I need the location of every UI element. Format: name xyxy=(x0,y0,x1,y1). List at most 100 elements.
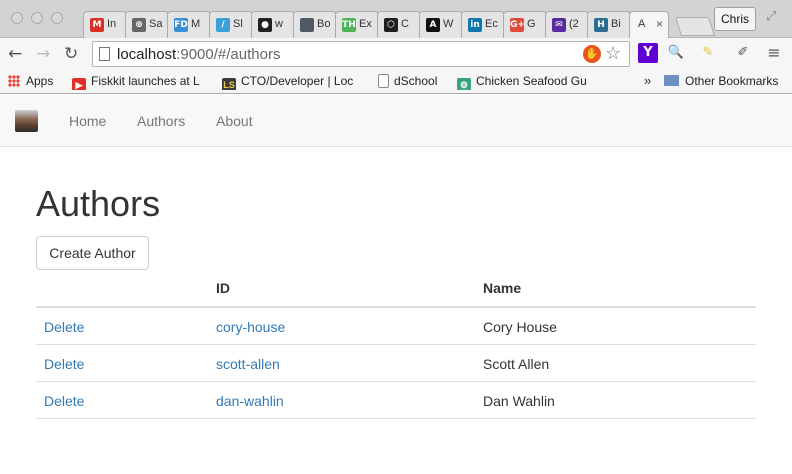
bookmark-dschool[interactable]: dSchool xyxy=(378,74,448,90)
github-icon: ● xyxy=(258,18,272,32)
x-circle-icon: ⊗ xyxy=(132,18,146,32)
browser-tab-strip: M In ⊗ Sa FD M / Sl ● w Bo TH Ex ⬡ C A Win Ec G+ G ✉ (2 H Bi A × … xyxy=(0,0,792,39)
avatar[interactable] xyxy=(15,110,38,132)
column-header-id: ID xyxy=(216,280,230,296)
page-icon xyxy=(99,47,110,61)
tab-title: W xyxy=(443,18,454,30)
tab-title: Sa xyxy=(149,18,163,30)
bookmark-label: Fiskkit launches at L xyxy=(91,74,200,88)
address-bar[interactable]: localhost:9000/#/authors ✋ ☆ xyxy=(92,41,630,67)
other-bookmarks[interactable]: Other Bookmarks xyxy=(664,74,788,90)
close-tab-icon[interactable]: × xyxy=(656,17,663,31)
browser-tab[interactable]: AW xyxy=(419,11,463,38)
nav-about[interactable]: About xyxy=(216,113,253,129)
eyedropper-extension-icon[interactable]: ✐ xyxy=(733,43,753,63)
nav-home[interactable]: Home xyxy=(69,113,106,129)
profile-button[interactable]: Chris xyxy=(714,7,756,31)
tab-active[interactable]: A × xyxy=(629,11,669,39)
browser-tab[interactable]: ⬡ C xyxy=(377,11,421,38)
bookmark-cto-developer[interactable]: LS CTO/Developer | Loc xyxy=(222,74,362,90)
hexagon-icon: ⬡ xyxy=(384,18,398,32)
authors-table: ID Name Delete cory-house Cory House Del… xyxy=(36,270,756,419)
other-bookmarks-label: Other Bookmarks xyxy=(685,74,779,88)
apps-grid-icon xyxy=(8,75,20,87)
browser-tab[interactable]: ● w xyxy=(251,11,295,38)
search-extension-icon[interactable]: 🔍 xyxy=(666,43,686,63)
gear-icon: ⚙ xyxy=(457,78,471,90)
tab-title: Bo xyxy=(317,18,331,30)
h-icon: H xyxy=(594,18,608,32)
bookmark-label: dSchool xyxy=(394,74,438,88)
ls-icon: LS xyxy=(222,78,236,90)
mail-icon: ✉ xyxy=(552,18,566,32)
fd-icon: FD xyxy=(174,18,188,32)
browser-tab[interactable]: G+ G xyxy=(503,11,547,38)
browser-tab[interactable]: in Ec xyxy=(461,11,505,38)
bookmark-apps[interactable]: Apps xyxy=(8,74,64,90)
tab-title: Ex xyxy=(359,18,372,30)
fullscreen-icon[interactable]: ⤢ xyxy=(766,8,776,24)
author-name: Cory House xyxy=(483,319,557,335)
highlighter-extension-icon[interactable]: ✎ xyxy=(698,43,718,63)
browser-tab[interactable]: H Bi xyxy=(587,11,631,38)
browser-tab[interactable]: ⊗ Sa xyxy=(125,11,169,38)
google-plus-icon: G+ xyxy=(510,18,525,32)
browser-tab[interactable]: Bo xyxy=(293,11,337,38)
forward-icon[interactable]: → xyxy=(36,44,50,64)
browser-tab[interactable]: FD M xyxy=(167,11,211,38)
browser-tab[interactable]: ✉ (2 xyxy=(545,11,589,38)
bookmark-chicken-seafood[interactable]: ⚙ Chicken Seafood Gu xyxy=(457,74,592,90)
tab-title: (2 xyxy=(569,18,579,30)
tab-title: Sl xyxy=(233,18,243,30)
tab-title: In xyxy=(107,18,117,30)
url-text[interactable]: localhost:9000/#/authors xyxy=(117,46,280,63)
bookmark-star-icon[interactable]: ☆ xyxy=(605,43,621,64)
back-icon[interactable]: ← xyxy=(8,44,22,64)
create-author-button[interactable]: Create Author xyxy=(36,236,149,270)
zoom-window-button[interactable] xyxy=(51,12,63,24)
nav-authors[interactable]: Authors xyxy=(137,113,185,129)
author-name: Dan Wahlin xyxy=(483,393,555,409)
browser-tab[interactable]: M In xyxy=(83,11,127,38)
bookmarks-bar: Apps ▶ Fiskkit launches at L LS CTO/Develo… xyxy=(0,70,792,94)
menu-icon[interactable]: ≡ xyxy=(764,43,784,63)
page-title: Authors xyxy=(36,183,161,224)
bookmark-label: Apps xyxy=(26,74,54,88)
bookmark-label: CTO/Developer | Loc xyxy=(241,74,354,88)
browser-tab[interactable]: TH Ex xyxy=(335,11,379,38)
page-icon xyxy=(378,74,389,88)
table-row: Delete dan-wahlin Dan Wahlin xyxy=(36,382,756,419)
bookmarks-overflow-icon[interactable]: » xyxy=(644,73,651,88)
table-header: ID Name xyxy=(36,270,756,308)
browser-toolbar: ← → ↻ localhost:9000/#/authors ✋ ☆ Y 🔍 ✎… xyxy=(0,38,792,70)
tab-title: M xyxy=(191,18,201,30)
minimize-window-button[interactable] xyxy=(31,12,43,24)
a-icon: A xyxy=(426,18,440,32)
bookmark-fiskkit[interactable]: ▶ Fiskkit launches at L xyxy=(72,74,212,90)
author-name: Scott Allen xyxy=(483,356,550,372)
author-id-link[interactable]: dan-wahlin xyxy=(216,393,284,409)
column-header-name: Name xyxy=(483,280,522,296)
bookmark-label: Chicken Seafood Gu xyxy=(476,74,587,88)
reload-icon[interactable]: ↻ xyxy=(64,44,78,64)
table-row: Delete scott-allen Scott Allen xyxy=(36,345,756,382)
close-window-button[interactable] xyxy=(11,12,23,24)
delete-link[interactable]: Delete xyxy=(44,319,84,335)
delete-link[interactable]: Delete xyxy=(44,356,84,372)
linkedin-icon: in xyxy=(468,18,482,32)
author-id-link[interactable]: cory-house xyxy=(216,319,285,335)
delete-link[interactable]: Delete xyxy=(44,393,84,409)
tab-title: Bi xyxy=(611,18,621,30)
tab-title: C xyxy=(401,18,409,30)
tab-title: G xyxy=(527,18,536,30)
square-icon xyxy=(300,18,314,32)
folder-icon xyxy=(664,75,679,86)
new-tab-button[interactable] xyxy=(674,17,716,36)
url-path: :9000/#/authors xyxy=(176,46,281,63)
tab-title: A xyxy=(638,18,646,30)
treehouse-icon: TH xyxy=(342,18,356,32)
author-id-link[interactable]: scott-allen xyxy=(216,356,280,372)
yahoo-extension-icon[interactable]: Y xyxy=(638,43,658,63)
browser-tab[interactable]: / Sl xyxy=(209,11,253,38)
adblock-icon[interactable]: ✋ xyxy=(583,45,601,63)
